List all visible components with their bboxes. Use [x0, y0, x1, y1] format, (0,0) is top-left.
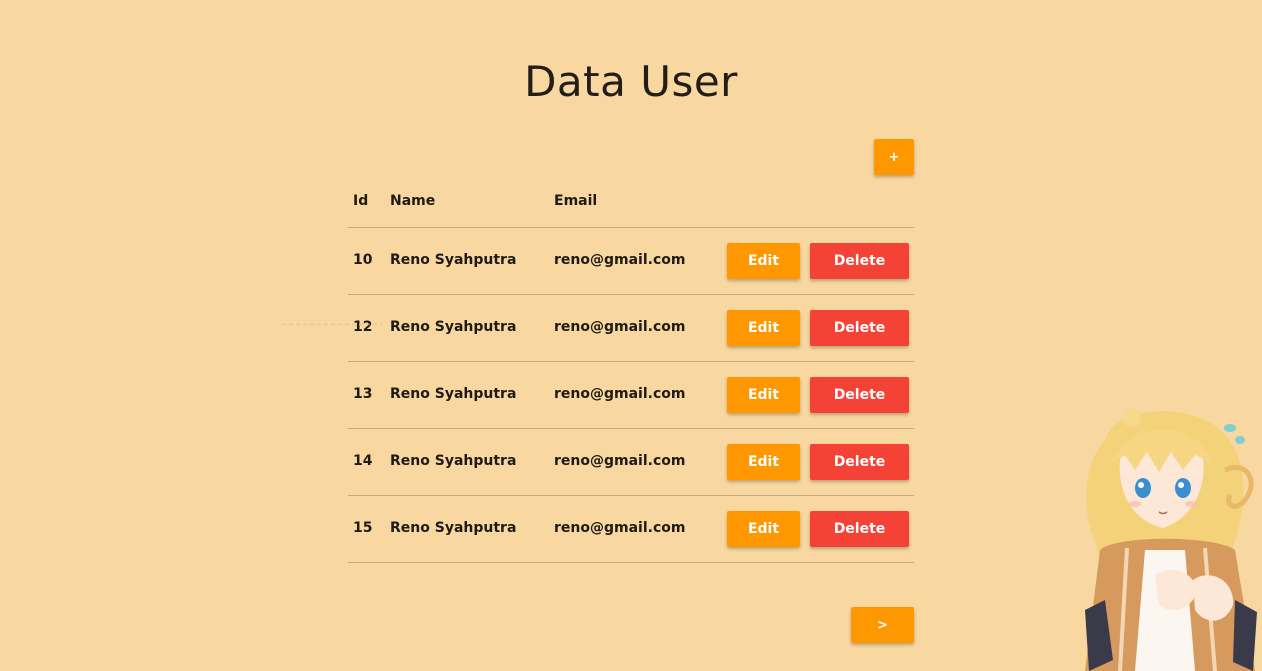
table-row: 15 Reno Syahputra reno@gmail.com Edit De…	[348, 496, 914, 563]
cell-id: 12	[353, 319, 373, 335]
delete-button[interactable]: Delete	[810, 377, 909, 413]
cell-name: Reno Syahputra	[390, 520, 517, 536]
header-email: Email	[554, 193, 598, 209]
page-title: Data User	[524, 57, 738, 107]
table-row: 12 Reno Syahputra reno@gmail.com Edit De…	[348, 295, 914, 362]
decorative-smudge	[282, 323, 382, 326]
cell-id: 10	[353, 252, 373, 268]
cell-email: reno@gmail.com	[554, 386, 686, 402]
cell-email: reno@gmail.com	[554, 520, 686, 536]
delete-button[interactable]: Delete	[810, 511, 909, 547]
table-header-row: Id Name Email	[348, 182, 914, 228]
cell-email: reno@gmail.com	[554, 252, 686, 268]
edit-button[interactable]: Edit	[727, 243, 800, 279]
edit-button[interactable]: Edit	[727, 444, 800, 480]
add-user-button[interactable]: +	[874, 139, 914, 175]
cell-name: Reno Syahputra	[390, 252, 517, 268]
edit-button[interactable]: Edit	[727, 310, 800, 346]
cell-name: Reno Syahputra	[390, 453, 517, 469]
cell-email: reno@gmail.com	[554, 319, 686, 335]
user-table: Id Name Email 10 Reno Syahputra reno@gma…	[348, 182, 914, 563]
edit-button[interactable]: Edit	[727, 511, 800, 547]
header-name: Name	[390, 193, 436, 209]
delete-button[interactable]: Delete	[810, 243, 909, 279]
cell-id: 15	[353, 520, 373, 536]
cell-name: Reno Syahputra	[390, 386, 517, 402]
delete-button[interactable]: Delete	[810, 310, 909, 346]
header-id: Id	[353, 193, 369, 209]
cell-email: reno@gmail.com	[554, 453, 686, 469]
next-page-button[interactable]: >	[851, 607, 914, 643]
table-row: 13 Reno Syahputra reno@gmail.com Edit De…	[348, 362, 914, 429]
cell-id: 13	[353, 386, 373, 402]
table-row: 10 Reno Syahputra reno@gmail.com Edit De…	[348, 228, 914, 295]
cell-id: 14	[353, 453, 373, 469]
edit-button[interactable]: Edit	[727, 377, 800, 413]
cell-name: Reno Syahputra	[390, 319, 517, 335]
table-row: 14 Reno Syahputra reno@gmail.com Edit De…	[348, 429, 914, 496]
mascot-illustration-icon	[1085, 409, 1257, 671]
delete-button[interactable]: Delete	[810, 444, 909, 480]
